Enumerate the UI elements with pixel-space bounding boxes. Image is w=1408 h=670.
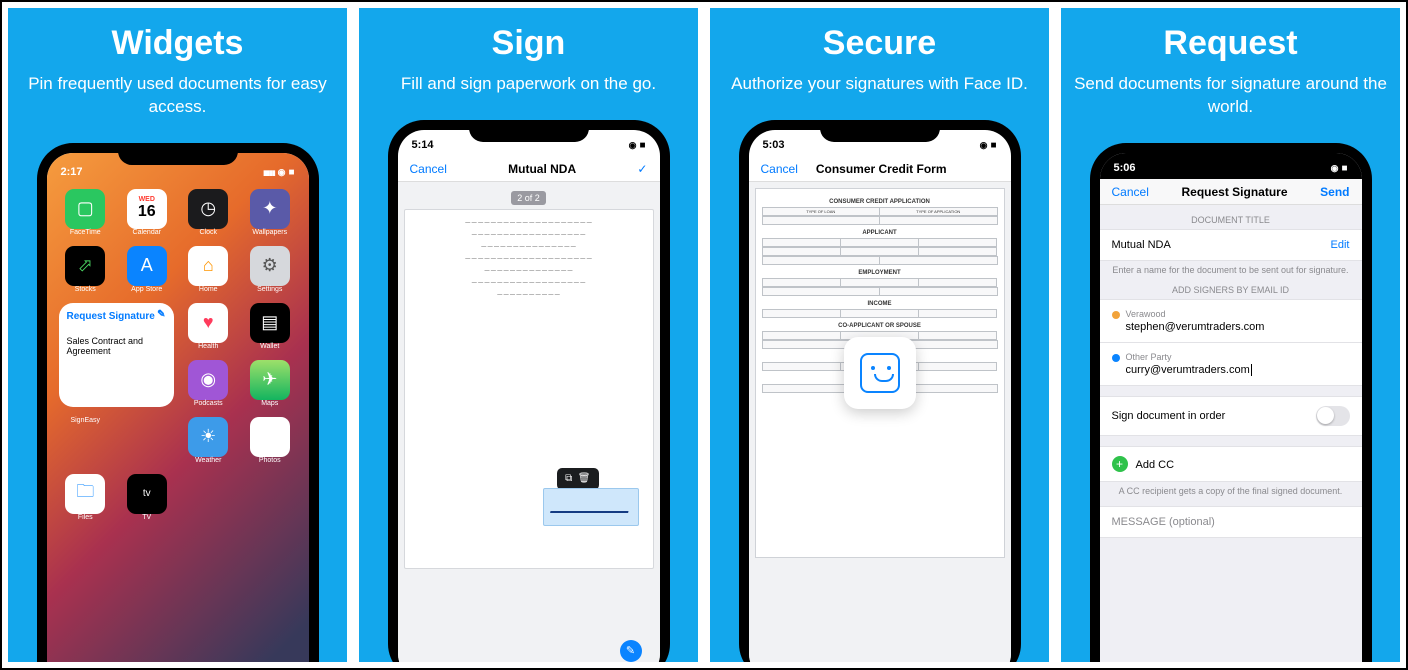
edit-button[interactable]: Edit [1331, 239, 1350, 251]
status-time: 2:17 [61, 166, 83, 178]
duplicate-icon[interactable]: ⧉ [565, 473, 572, 484]
nav-bar: Cancel Consumer Credit Form [749, 156, 1011, 182]
app-podcasts[interactable]: ◉Podcasts [182, 360, 236, 407]
panel-title: Request [1163, 24, 1297, 63]
app-facetime[interactable]: ▢FaceTime [59, 189, 113, 236]
section-label-signers: ADD SIGNERS BY EMAIL ID [1100, 275, 1362, 299]
message-placeholder: MESSAGE (optional) [1112, 516, 1215, 528]
widget-line2: Sales Contract and Agreement [67, 336, 166, 356]
document-viewer[interactable]: CONSUMER CREDIT APPLICATION TYPE OF LOAN… [749, 182, 1011, 662]
app-tv[interactable]: tvTV [120, 474, 174, 521]
cancel-button[interactable]: Cancel [410, 162, 447, 176]
faceid-icon [860, 353, 900, 393]
status-time: 5:14 [412, 139, 434, 151]
signeasy-widget[interactable]: ✎ Request Signature Sales Contract and A… [59, 303, 174, 407]
signer-email: stephen@verumtraders.com [1112, 321, 1265, 333]
app-files[interactable]: 🗀Files [59, 474, 113, 521]
panel-subtitle: Send documents for signature around the … [1061, 73, 1400, 119]
notch [469, 120, 589, 142]
app-clock[interactable]: ◷Clock [182, 189, 236, 236]
add-cc-cell[interactable]: + Add CC [1100, 446, 1362, 482]
panel-title: Sign [492, 24, 566, 63]
app-weather[interactable]: ☀Weather [182, 417, 236, 464]
panel-widgets: Widgets Pin frequently used documents fo… [8, 8, 347, 662]
document-viewer[interactable]: 2 of 2 — — — — — — — — — — — — — — — — —… [398, 182, 660, 662]
checkmark-icon[interactable]: ✓ [637, 162, 647, 176]
notch [820, 120, 940, 142]
app-appstore[interactable]: AApp Store [120, 246, 174, 293]
widget-title: Request Signature [67, 311, 166, 322]
sign-order-toggle[interactable] [1316, 406, 1350, 426]
signer-color-dot [1112, 354, 1120, 362]
trash-icon[interactable]: 🗑 [578, 473, 591, 484]
nav-title: Consumer Credit Form [816, 162, 947, 176]
add-cc-label: Add CC [1136, 459, 1175, 471]
app-maps[interactable]: ✈Maps [243, 360, 297, 407]
cancel-button[interactable]: Cancel [761, 162, 798, 176]
message-cell[interactable]: MESSAGE (optional) [1100, 506, 1362, 538]
panel-subtitle: Fill and sign paperwork on the go. [391, 73, 666, 96]
nav-title: Mutual NDA [508, 162, 576, 176]
page-badge: 2 of 2 [511, 191, 546, 205]
cancel-button[interactable]: Cancel [1112, 185, 1149, 199]
phone-frame: 2:17 ▢FaceTime WED16Calendar ◷Clock ✦Wal… [37, 143, 319, 662]
app-stocks[interactable]: ⬀Stocks [59, 246, 113, 293]
app-health[interactable]: ♥Health [182, 303, 236, 350]
document-page[interactable]: — — — — — — — — — — — — — — — — — — — — … [404, 209, 654, 569]
notch [1171, 143, 1291, 165]
panel-subtitle: Authorize your signatures with Face ID. [721, 73, 1038, 96]
section-label-doctitle: DOCUMENT TITLE [1100, 205, 1362, 229]
status-indicators [980, 139, 997, 151]
form-header: CONSUMER CREDIT APPLICATION [762, 199, 998, 205]
panel-subtitle: Pin frequently used documents for easy a… [8, 73, 347, 119]
doc-title-hint: Enter a name for the document to be sent… [1100, 261, 1362, 275]
pen-icon: ✎ [157, 309, 165, 320]
add-field-fab[interactable]: ✎ [620, 640, 642, 662]
app-home[interactable]: ⌂Home [182, 246, 236, 293]
status-indicators [1331, 162, 1348, 174]
signer-email-input[interactable]: curry@verumtraders.com [1112, 364, 1252, 376]
panel-request: Request Send documents for signature aro… [1061, 8, 1400, 662]
signer-color-dot [1112, 311, 1120, 319]
panel-secure: Secure Authorize your signatures with Fa… [710, 8, 1049, 662]
panel-title: Widgets [112, 24, 244, 63]
send-button[interactable]: Send [1320, 185, 1349, 199]
notch [118, 143, 238, 165]
status-indicators [263, 166, 294, 178]
signature-field[interactable] [543, 488, 639, 526]
app-wallet[interactable]: ▤Wallet [243, 303, 297, 350]
sign-order-label: Sign document in order [1112, 410, 1226, 422]
app-settings[interactable]: ⚙Settings [243, 246, 297, 293]
widget-label: SignEasy [59, 417, 113, 464]
panel-sign: Sign Fill and sign paperwork on the go. … [359, 8, 698, 662]
signer-row[interactable]: Other Party curry@verumtraders.com [1100, 343, 1362, 386]
nav-bar: Cancel Mutual NDA ✓ [398, 156, 660, 182]
request-signature-screen: 5:06 Cancel Request Signature Send DOCUM… [1100, 153, 1362, 662]
nav-title: Request Signature [1181, 185, 1287, 199]
credit-form-page[interactable]: CONSUMER CREDIT APPLICATION TYPE OF LOAN… [755, 188, 1005, 558]
signer-row[interactable]: Verawood stephen@verumtraders.com [1100, 299, 1362, 343]
status-indicators [629, 139, 646, 151]
nav-bar: Cancel Request Signature Send [1100, 179, 1362, 205]
add-cc-hint: A CC recipient gets a copy of the final … [1100, 482, 1362, 496]
status-time: 5:06 [1114, 162, 1136, 174]
signature-popover[interactable]: ⧉ 🗑 [557, 468, 598, 490]
ios-home-screen: 2:17 ▢FaceTime WED16Calendar ◷Clock ✦Wal… [47, 153, 309, 662]
plus-icon: + [1112, 456, 1128, 472]
phone-frame: 5:14 Cancel Mutual NDA ✓ 2 of 2 — — — — … [388, 120, 670, 662]
app-photos[interactable]: ✿Photos [243, 417, 297, 464]
document-title-value: Mutual NDA [1112, 239, 1171, 251]
document-title-cell[interactable]: Mutual NDA Edit [1100, 229, 1362, 261]
app-wallpapers[interactable]: ✦Wallpapers [243, 189, 297, 236]
status-time: 5:03 [763, 139, 785, 151]
faceid-prompt [844, 337, 916, 409]
panel-title: Secure [823, 24, 936, 63]
phone-frame: 5:03 Cancel Consumer Credit Form CONSUME… [739, 120, 1021, 662]
phone-frame: 5:06 Cancel Request Signature Send DOCUM… [1090, 143, 1372, 662]
sign-order-cell[interactable]: Sign document in order [1100, 396, 1362, 436]
app-calendar[interactable]: WED16Calendar [120, 189, 174, 236]
